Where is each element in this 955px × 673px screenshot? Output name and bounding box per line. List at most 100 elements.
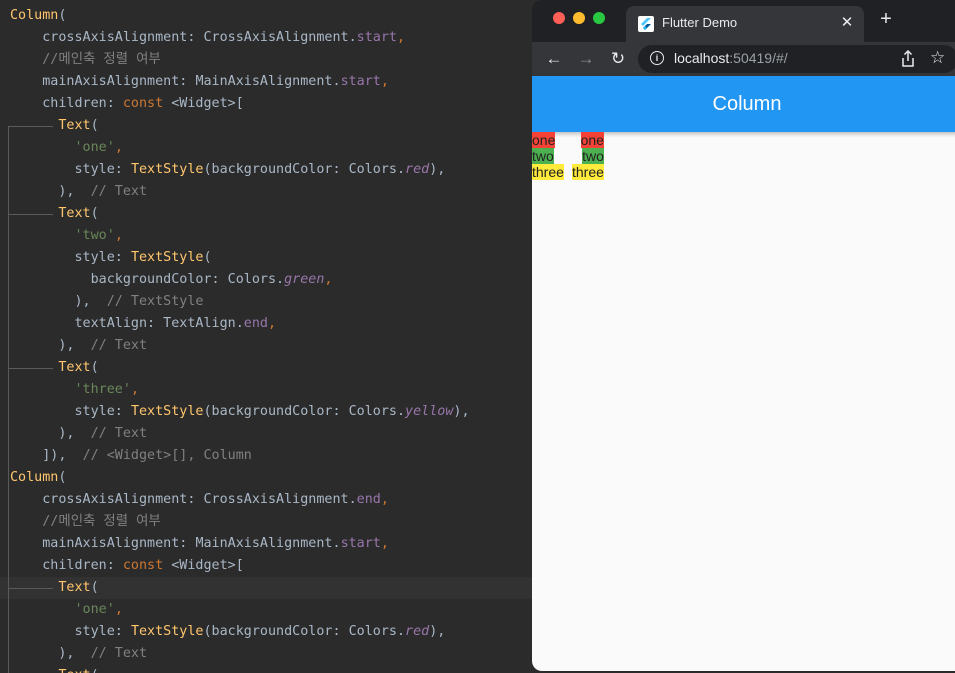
code-line[interactable]: ), // Text <box>0 181 540 203</box>
code-token: . <box>348 30 357 45</box>
code-line[interactable]: Text( <box>0 203 540 225</box>
code-token: . <box>332 74 341 89</box>
code-token: start <box>356 30 397 45</box>
code-token: (backgroundColor: Colors. <box>203 404 406 419</box>
code-line[interactable]: mainAxisAlignment: MainAxisAlignment.sta… <box>0 71 540 93</box>
new-tab-button[interactable]: + <box>874 8 898 31</box>
code-token: // Text <box>90 646 148 661</box>
code-token: ), <box>10 184 91 199</box>
code-token: Text <box>58 206 91 221</box>
code-token: , <box>130 382 139 397</box>
code-editor[interactable]: Column( crossAxisAlignment: CrossAxisAli… <box>0 0 540 673</box>
forward-icon[interactable]: → <box>574 47 598 71</box>
reload-icon[interactable]: ↻ <box>606 47 630 71</box>
code-token: textAlign: TextAlign. <box>10 316 244 331</box>
code-line[interactable]: style: TextStyle(backgroundColor: Colors… <box>0 621 540 643</box>
code-line[interactable]: ), // Text <box>0 643 540 665</box>
code-token: MainAxisAlignment <box>195 74 333 89</box>
code-token: , <box>380 536 389 551</box>
code-token: <Widget>[ <box>171 558 244 573</box>
app-bar: Column <box>532 76 955 132</box>
code-line[interactable]: children: const <Widget>[ <box>0 555 540 577</box>
code-line[interactable]: 'one', <box>0 599 540 621</box>
code-token: 'one' <box>74 602 115 617</box>
code-token: MainAxisAlignment <box>195 536 333 551</box>
code-token: ( <box>90 206 99 221</box>
code-line[interactable]: 'one', <box>0 137 540 159</box>
code-line[interactable]: 'three', <box>0 379 540 401</box>
site-info-icon[interactable]: i <box>650 51 664 65</box>
code-line[interactable]: mainAxisAlignment: MainAxisAlignment.sta… <box>0 533 540 555</box>
bookmark-star-icon[interactable]: ☆ <box>930 48 945 68</box>
tab-flutter-demo[interactable]: Flutter Demo ✕ <box>626 6 864 42</box>
close-window-button[interactable] <box>553 12 565 24</box>
code-token: crossAxisAlignment: <box>10 492 204 507</box>
close-tab-icon[interactable]: ✕ <box>838 13 856 31</box>
code-token: . <box>332 536 341 551</box>
code-token: ]), <box>10 448 83 463</box>
tab-title: Flutter Demo <box>662 15 738 30</box>
code-line[interactable]: Column( <box>0 5 540 27</box>
code-token: Text <box>58 118 91 133</box>
code-token: const <box>122 558 172 573</box>
code-line[interactable]: children: const <Widget>[ <box>0 93 540 115</box>
code-line[interactable]: ), // Text <box>0 423 540 445</box>
code-line[interactable]: crossAxisAlignment: CrossAxisAlignment.e… <box>0 489 540 511</box>
code-token: CrossAxisAlignment <box>203 492 349 507</box>
code-token: //메인축 정렬 여부 <box>10 514 161 529</box>
code-token: style: <box>10 404 131 419</box>
minimize-window-button[interactable] <box>573 12 585 24</box>
code-token: 'three' <box>74 382 131 397</box>
code-token: backgroundColor: Colors. <box>10 272 285 287</box>
code-token: Text <box>58 580 91 595</box>
code-line[interactable]: textAlign: TextAlign.end, <box>0 313 540 335</box>
code-line[interactable]: style: TextStyle( <box>0 247 540 269</box>
code-token: start <box>340 536 381 551</box>
widget-tree-connector <box>9 368 53 369</box>
code-token: <Widget>[ <box>171 96 244 111</box>
code-token: 'two' <box>74 228 115 243</box>
code-line[interactable]: Text( <box>0 115 540 137</box>
address-bar[interactable]: i localhost:50419/#/ ☆ <box>638 45 955 73</box>
code-line[interactable]: backgroundColor: Colors.green, <box>0 269 540 291</box>
code-line[interactable]: //메인축 정렬 여부 <box>0 511 540 533</box>
code-line[interactable]: 'two', <box>0 225 540 247</box>
code-token: ( <box>90 360 99 375</box>
code-token: ), <box>10 294 107 309</box>
code-token: ), <box>10 646 91 661</box>
text-widget-two: two <box>582 148 604 164</box>
code-line[interactable]: style: TextStyle(backgroundColor: Colors… <box>0 159 540 181</box>
code-token: const <box>122 96 172 111</box>
text-widget-three: three <box>572 164 604 180</box>
code-line[interactable]: style: TextStyle(backgroundColor: Colors… <box>0 401 540 423</box>
code-token: children: <box>10 96 123 111</box>
code-token: crossAxisAlignment: <box>10 30 204 45</box>
code-token: (backgroundColor: Colors. <box>203 624 406 639</box>
code-token: ), <box>429 162 446 177</box>
code-line[interactable]: Column( <box>0 467 540 489</box>
back-icon[interactable]: ← <box>542 47 566 71</box>
code-token: , <box>396 30 406 45</box>
share-icon[interactable] <box>900 50 916 68</box>
zoom-window-button[interactable] <box>593 12 605 24</box>
widget-tree-connector <box>9 588 53 589</box>
url-host: localhost <box>674 50 730 66</box>
code-line[interactable]: Text( <box>0 665 540 673</box>
code-token: children: <box>10 558 123 573</box>
url-text[interactable]: localhost:50419/#/ <box>674 50 788 66</box>
code-token: ), <box>429 624 446 639</box>
code-line[interactable]: ]), // <Widget>[], Column <box>0 445 540 467</box>
code-line[interactable]: ), // TextStyle <box>0 291 540 313</box>
code-line[interactable]: crossAxisAlignment: CrossAxisAlignment.s… <box>0 27 540 49</box>
code-token: , <box>324 272 333 287</box>
code-line[interactable]: Text( <box>0 357 540 379</box>
code-line[interactable]: //메인축 정렬 여부 <box>0 49 540 71</box>
code-token: CrossAxisAlignment <box>203 30 349 45</box>
code-line[interactable]: Text( <box>0 577 540 599</box>
code-token: end <box>243 316 268 331</box>
code-token: start <box>340 74 381 89</box>
code-token: (backgroundColor: Colors. <box>203 162 406 177</box>
code-line[interactable]: ), // Text <box>0 335 540 357</box>
